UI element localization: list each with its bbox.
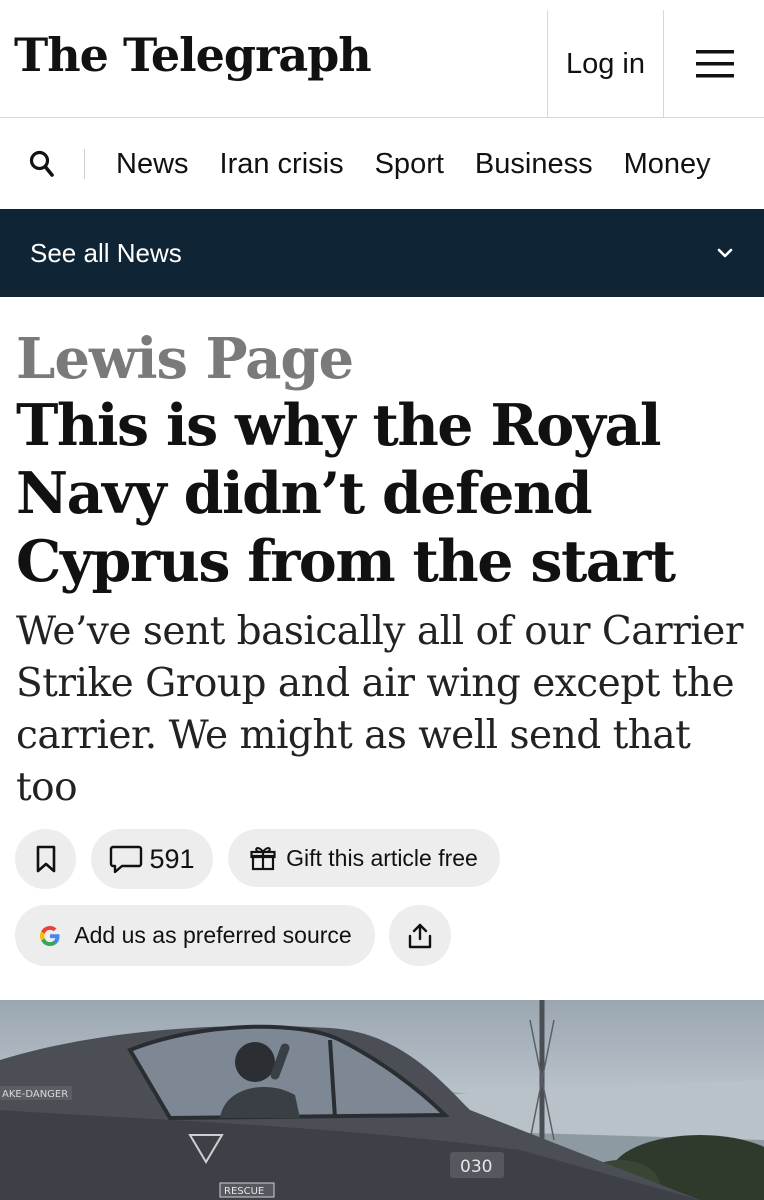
nav-item-news[interactable]: News <box>116 148 189 181</box>
svg-text:030: 030 <box>460 1157 492 1177</box>
login-button[interactable]: Log in <box>566 48 645 81</box>
chevron-down-icon <box>717 248 733 258</box>
nav-item-money[interactable]: Money <box>624 148 711 181</box>
comments-button[interactable]: 591 <box>91 829 213 889</box>
search-button[interactable] <box>0 119 84 209</box>
gift-article-button[interactable]: Gift this article free <box>228 829 500 887</box>
comment-icon <box>110 845 143 874</box>
comments-count: 591 <box>149 843 195 874</box>
nav-item-iran-crisis[interactable]: Iran crisis <box>220 148 344 181</box>
nav-fade <box>704 119 764 209</box>
menu-button[interactable] <box>665 10 764 118</box>
search-icon <box>29 150 54 177</box>
bookmark-icon <box>36 845 55 873</box>
share-button[interactable] <box>389 905 451 966</box>
gift-icon <box>250 847 276 871</box>
nav-item-sport[interactable]: Sport <box>375 148 444 181</box>
login-cell: Log in <box>547 10 664 118</box>
telegraph-logo[interactable]: The Telegraph <box>14 28 372 82</box>
nav-item-business[interactable]: Business <box>475 148 593 181</box>
site-header: The Telegraph Log in <box>0 0 764 118</box>
hamburger-icon <box>695 50 734 78</box>
bookmark-button[interactable] <box>15 829 76 889</box>
svg-text:RESCUE: RESCUE <box>224 1186 264 1197</box>
article-standfirst: We’ve sent basically all of our Carrier … <box>16 609 743 810</box>
author-name[interactable]: Lewis Page <box>16 326 354 392</box>
preferred-source-button[interactable]: Add us as preferred source <box>15 905 375 966</box>
share-icon <box>408 923 432 948</box>
article-headline: This is why the Royal Navy didn’t defend… <box>16 392 676 595</box>
nav-items: News Iran crisis Sport Business Money <box>84 148 742 181</box>
preferred-source-label: Add us as preferred source <box>74 922 352 948</box>
nav-divider <box>84 149 85 179</box>
section-dropdown[interactable]: See all News <box>0 209 764 297</box>
fighter-jet-image: AKE-DANGER 030 RESCUE <box>0 1000 764 1200</box>
svg-text:AKE-DANGER: AKE-DANGER <box>2 1089 68 1100</box>
google-g-icon <box>40 925 60 946</box>
hero-image[interactable]: AKE-DANGER 030 RESCUE <box>0 1000 764 1200</box>
section-label: See all News <box>30 237 182 268</box>
gift-article-label: Gift this article free <box>286 844 478 871</box>
primary-nav: News Iran crisis Sport Business Money <box>0 119 764 209</box>
